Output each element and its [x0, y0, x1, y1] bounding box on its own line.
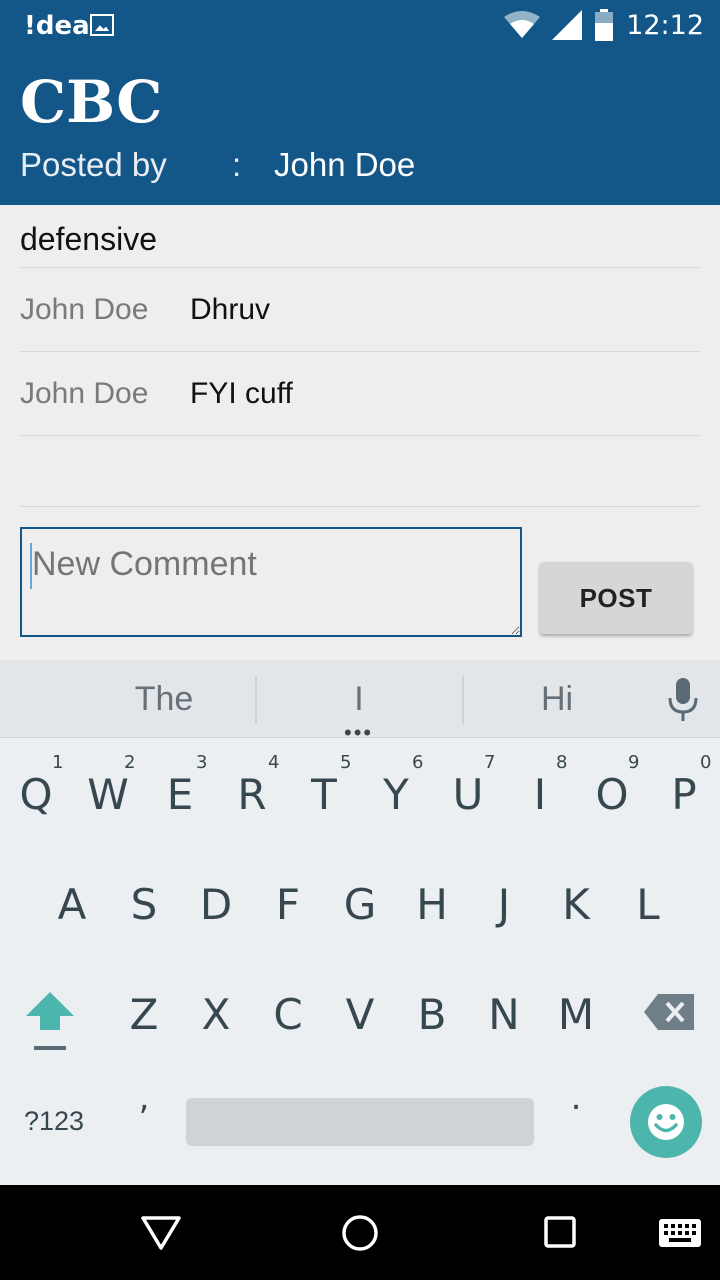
symbols-key[interactable]: ?123: [24, 1106, 84, 1137]
comment-text: Dhruv: [190, 293, 271, 326]
key-g[interactable]: G: [324, 880, 396, 929]
backspace-icon[interactable]: [644, 994, 694, 1030]
key-t[interactable]: T: [288, 770, 360, 819]
suggestion-1[interactable]: The: [84, 680, 244, 719]
key-s[interactable]: S: [108, 880, 180, 929]
key-hint: 5: [340, 752, 352, 773]
key-o[interactable]: O: [576, 770, 648, 819]
post-button[interactable]: POST: [540, 562, 692, 634]
comment-author: John Doe: [20, 293, 149, 326]
suggestion-2[interactable]: I: [279, 680, 439, 719]
back-icon[interactable]: [140, 1215, 182, 1251]
key-hint: 4: [268, 752, 280, 773]
posted-by-separator: :: [232, 146, 242, 183]
key-l[interactable]: L: [612, 880, 684, 929]
page-title: CBC: [20, 68, 163, 136]
new-comment-input[interactable]: [20, 527, 522, 637]
post-body: defensive: [20, 221, 157, 257]
carrier-name: !dea: [24, 11, 90, 41]
app-header: CBC Posted by : John Doe: [0, 50, 720, 205]
smiley-icon: [648, 1104, 684, 1140]
key-c[interactable]: C: [252, 990, 324, 1039]
key-hint: 0: [700, 752, 712, 773]
key-hint: 7: [484, 752, 496, 773]
home-icon[interactable]: [340, 1213, 380, 1253]
more-suggestions-icon: •••: [344, 720, 374, 745]
spacebar[interactable]: [186, 1098, 534, 1146]
comment-item: John Doe Dhruv: [0, 267, 720, 351]
key-w[interactable]: W: [72, 770, 144, 819]
comment-text: FYI cuff: [190, 377, 293, 410]
key-z[interactable]: Z: [108, 990, 180, 1039]
divider: [20, 435, 700, 436]
posted-by-label: Posted by: [20, 146, 167, 183]
text-cursor: [30, 543, 32, 589]
comma-key[interactable]: ,: [108, 1078, 180, 1118]
microphone-icon[interactable]: [668, 678, 698, 722]
suggestion-3[interactable]: Hi: [477, 680, 637, 719]
suggestion-divider: [255, 676, 257, 724]
soft-keyboard: The I ••• Hi Q W E R T Y U I O P 1 2 3 4…: [0, 660, 720, 1185]
key-b[interactable]: B: [396, 990, 468, 1039]
key-n[interactable]: N: [468, 990, 540, 1039]
signal-icon: [552, 10, 583, 40]
key-hint: 1: [52, 752, 64, 773]
key-h[interactable]: H: [396, 880, 468, 929]
key-m[interactable]: M: [540, 990, 612, 1039]
keyboard-switch-icon[interactable]: [659, 1219, 701, 1247]
key-f[interactable]: F: [252, 880, 324, 929]
status-bar: !dea 12:12: [0, 0, 720, 50]
key-x[interactable]: X: [180, 990, 252, 1039]
suggestion-strip: The I ••• Hi: [0, 660, 720, 745]
key-hint: 9: [628, 752, 640, 773]
key-a[interactable]: A: [36, 880, 108, 929]
key-y[interactable]: Y: [360, 770, 432, 819]
post-author: John Doe: [274, 146, 416, 183]
key-hint: 2: [124, 752, 136, 773]
battery-icon: [595, 9, 614, 41]
key-p[interactable]: P: [648, 770, 720, 819]
comment-author: John Doe: [20, 377, 149, 410]
emoji-key[interactable]: [630, 1086, 702, 1158]
key-k[interactable]: K: [540, 880, 612, 929]
key-hint: 3: [196, 752, 208, 773]
period-key[interactable]: .: [540, 1078, 612, 1118]
comment-item: John Doe FYI cuff: [0, 351, 720, 435]
shift-key-icon[interactable]: [24, 990, 76, 1054]
key-q[interactable]: Q: [0, 770, 72, 819]
recents-icon[interactable]: [543, 1215, 577, 1249]
image-notification-icon: [90, 14, 114, 36]
navigation-bar: [0, 1185, 720, 1280]
key-u[interactable]: U: [432, 770, 504, 819]
post-content: defensive John Doe Dhruv John Doe FYI cu…: [0, 205, 720, 660]
divider: [20, 506, 700, 507]
key-hint: 8: [556, 752, 568, 773]
suggestion-divider: [462, 676, 464, 724]
key-v[interactable]: V: [324, 990, 396, 1039]
key-r[interactable]: R: [216, 770, 288, 819]
key-i[interactable]: I: [504, 770, 576, 819]
key-j[interactable]: J: [468, 880, 540, 929]
clock: 12:12: [626, 9, 704, 41]
wifi-icon: [504, 11, 541, 38]
key-hint: 6: [412, 752, 424, 773]
key-e[interactable]: E: [144, 770, 216, 819]
key-d[interactable]: D: [180, 880, 252, 929]
